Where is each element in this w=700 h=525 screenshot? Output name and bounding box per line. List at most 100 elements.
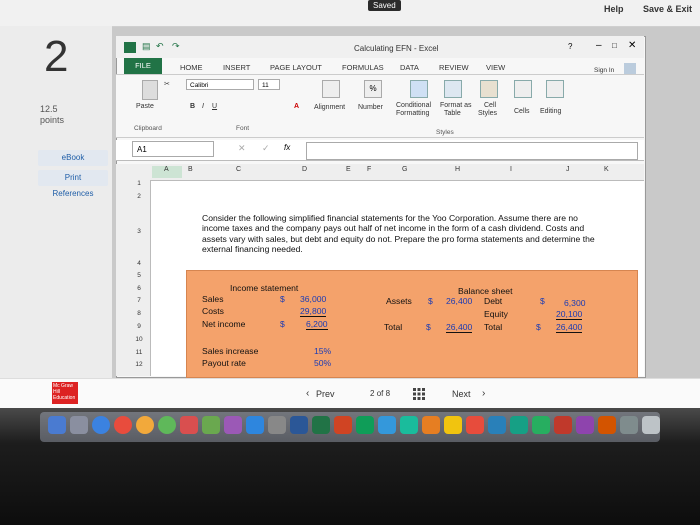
finder-icon[interactable] (48, 416, 66, 434)
column-header[interactable]: B (188, 166, 193, 173)
row-header[interactable]: 1 (132, 180, 146, 187)
alignment-icon[interactable] (322, 80, 340, 98)
tab-data[interactable]: DATA (400, 63, 419, 72)
tab-home[interactable]: HOME (180, 63, 203, 72)
spotify-icon[interactable] (356, 416, 374, 434)
itunes-icon[interactable] (224, 416, 242, 434)
alignment-button[interactable]: Alignment (314, 104, 345, 111)
app-icon[interactable] (554, 416, 572, 434)
app-icon[interactable] (532, 416, 550, 434)
notes-icon[interactable] (444, 416, 462, 434)
editing-button[interactable]: Editing (540, 108, 561, 115)
cells-icon[interactable] (514, 80, 532, 98)
save-exit-button[interactable]: Save & Exit (643, 4, 692, 14)
chrome-icon[interactable] (114, 416, 132, 434)
cells-button[interactable]: Cells (514, 108, 530, 115)
editing-icon[interactable] (546, 80, 564, 98)
app-icon[interactable] (422, 416, 440, 434)
column-header[interactable]: E (346, 166, 351, 173)
app-icon[interactable] (488, 416, 506, 434)
row-header[interactable]: 5 (132, 272, 146, 279)
row-header[interactable]: 10 (132, 336, 146, 343)
name-box[interactable]: A1 (132, 141, 214, 157)
facetime-icon[interactable] (158, 416, 176, 434)
word-icon[interactable] (290, 416, 308, 434)
trash-icon[interactable] (642, 416, 660, 434)
column-header[interactable]: K (604, 166, 609, 173)
sign-in-link[interactable]: Sign In (594, 67, 614, 74)
row-header[interactable]: 8 (132, 310, 146, 317)
paste-icon[interactable] (142, 80, 158, 100)
ebook-button[interactable]: eBook (38, 150, 108, 166)
launchpad-icon[interactable] (70, 416, 88, 434)
excel-dock-icon[interactable] (312, 416, 330, 434)
undo-icon[interactable]: ↶ (156, 41, 164, 52)
minimize-icon[interactable]: – (596, 40, 602, 51)
conditional-formatting-icon[interactable] (410, 80, 428, 98)
references-button[interactable]: References (38, 186, 108, 202)
preferences-icon[interactable] (268, 416, 286, 434)
prev-chevron-icon[interactable]: ‹ (306, 388, 309, 399)
powerpoint-icon[interactable] (334, 416, 352, 434)
print-button[interactable]: Print (38, 170, 108, 186)
font-color-icon[interactable]: A (294, 103, 299, 110)
cancel-icon[interactable]: ✕ (238, 143, 246, 154)
messages-icon[interactable] (378, 416, 396, 434)
app-icon[interactable] (598, 416, 616, 434)
question-grid-icon[interactable] (413, 388, 425, 400)
row-header[interactable]: 6 (132, 285, 146, 292)
underline-button[interactable]: U (212, 103, 217, 110)
italic-button[interactable]: I (202, 103, 204, 110)
tab-page-layout[interactable]: PAGE LAYOUT (270, 63, 322, 72)
app-icon[interactable] (576, 416, 594, 434)
cell-styles-icon[interactable] (480, 80, 498, 98)
help-link[interactable]: Help (604, 4, 624, 14)
calendar-icon[interactable] (180, 416, 198, 434)
save-icon[interactable]: ▤ (142, 41, 151, 52)
help-icon[interactable]: ? (568, 42, 572, 51)
column-header[interactable]: A (164, 166, 169, 173)
row-header[interactable]: 7 (132, 297, 146, 304)
row-header[interactable]: 4 (132, 260, 146, 267)
percent-icon[interactable]: % (364, 80, 382, 98)
app-icon[interactable] (466, 416, 484, 434)
font-name-select[interactable]: Calibri (186, 79, 254, 90)
number-button[interactable]: Number (358, 104, 383, 111)
paste-button[interactable]: Paste (136, 103, 154, 110)
tab-formulas[interactable]: FORMULAS (342, 63, 384, 72)
enter-icon[interactable]: ✓ (262, 143, 270, 154)
next-chevron-icon[interactable]: › (482, 388, 485, 399)
tab-insert[interactable]: INSERT (223, 63, 250, 72)
app-icon[interactable] (400, 416, 418, 434)
maps-icon[interactable] (202, 416, 220, 434)
conditional-formatting-button[interactable]: Conditional (396, 102, 431, 109)
prev-button[interactable]: Prev (316, 389, 335, 399)
tab-file[interactable]: FILE (124, 58, 162, 74)
photos-icon[interactable] (136, 416, 154, 434)
font-size-select[interactable]: 11 (258, 79, 280, 90)
format-as-table-button[interactable]: Format as (440, 102, 472, 109)
safari-icon[interactable] (92, 416, 110, 434)
redo-icon[interactable]: ↷ (172, 41, 180, 52)
formula-input[interactable] (306, 142, 638, 160)
app-icon[interactable] (510, 416, 528, 434)
tab-view[interactable]: VIEW (486, 63, 505, 72)
column-header[interactable]: G (402, 166, 407, 173)
column-header[interactable]: J (566, 166, 570, 173)
column-header[interactable]: I (510, 166, 512, 173)
function-icon[interactable]: fx (284, 143, 290, 152)
app-store-icon[interactable] (246, 416, 264, 434)
column-header[interactable]: C (236, 166, 241, 173)
cut-icon[interactable]: ✂ (164, 80, 170, 88)
restore-icon[interactable]: □ (612, 41, 617, 50)
tab-review[interactable]: REVIEW (439, 63, 469, 72)
close-icon[interactable]: ✕ (628, 40, 636, 51)
row-header[interactable]: 12 (132, 361, 146, 368)
column-header[interactable]: D (302, 166, 307, 173)
bold-button[interactable]: B (190, 103, 195, 110)
column-header[interactable]: F (367, 166, 371, 173)
row-header[interactable]: 2 (132, 193, 146, 200)
next-button[interactable]: Next (452, 389, 471, 399)
row-header[interactable]: 11 (132, 349, 146, 356)
cell-styles-button[interactable]: Cell (484, 102, 496, 109)
